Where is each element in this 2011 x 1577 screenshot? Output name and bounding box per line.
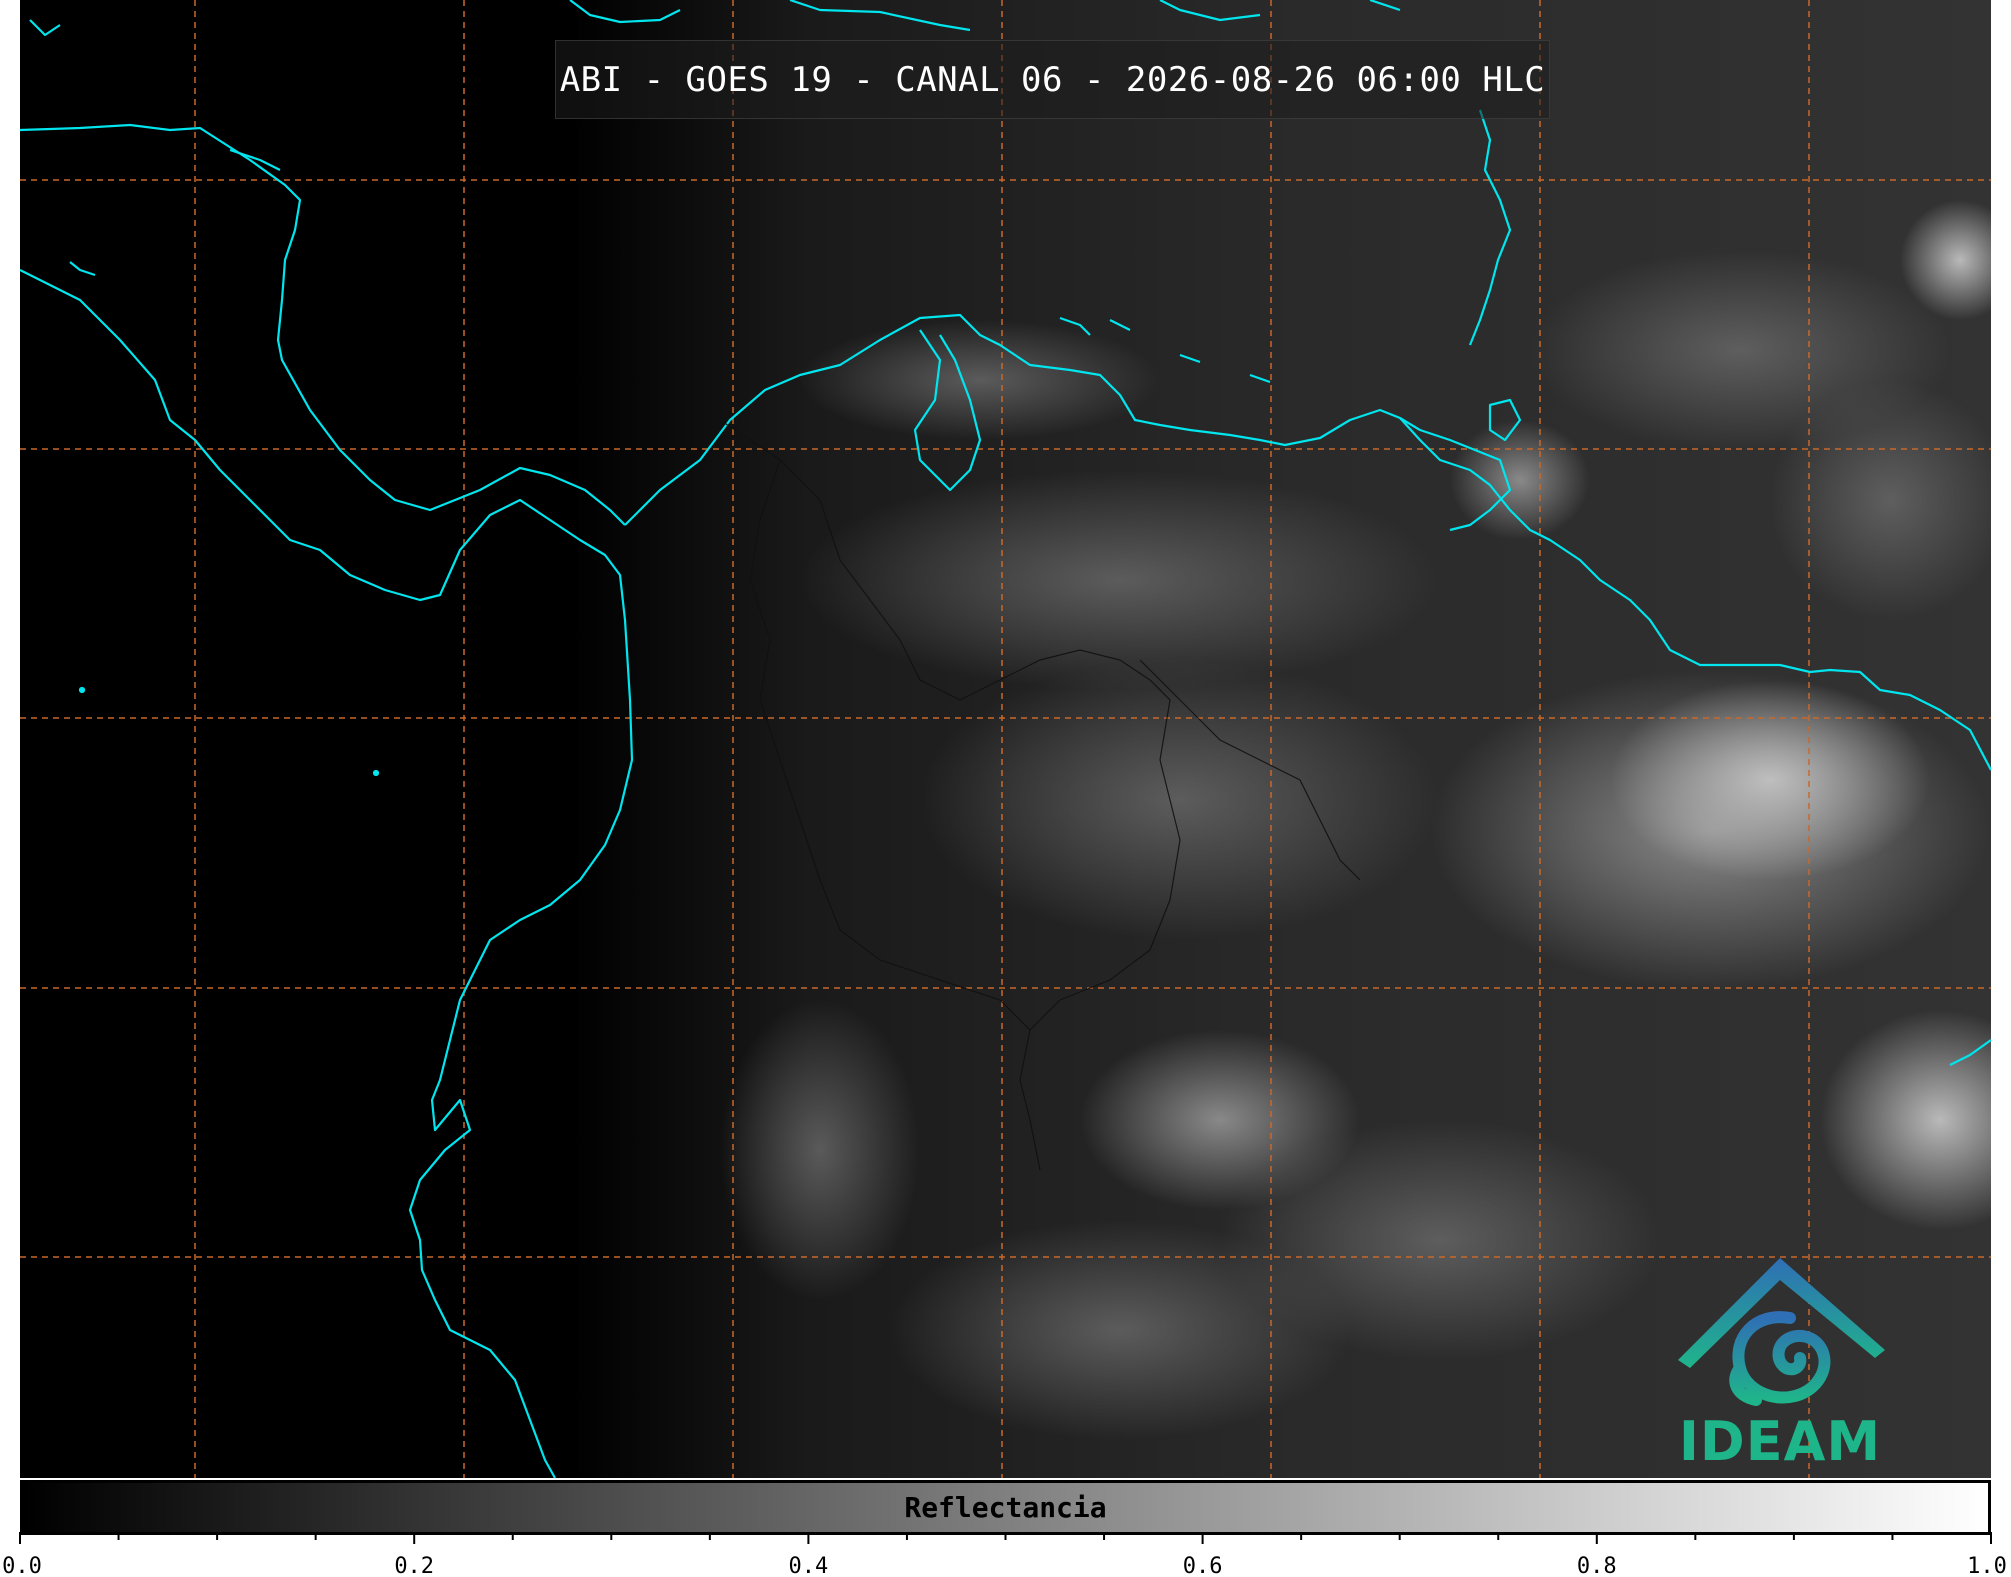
ideam-logo-icon — [1678, 1258, 1885, 1406]
colorbar-tick-label: 0.2 — [394, 1554, 435, 1577]
colorbar-tick-label: 0.0 — [2, 1554, 42, 1577]
colorbar-tick-label: 0.4 — [788, 1554, 829, 1577]
map-title-box: ABI - GOES 19 - CANAL 06 - 2026-08-26 06… — [555, 40, 1550, 119]
colorbar-tick-label: 0.6 — [1182, 1554, 1223, 1577]
satellite-map-page: ABI - GOES 19 - CANAL 06 - 2026-08-26 06… — [0, 0, 2011, 1577]
ideam-logo: IDEAM — [1660, 1250, 1900, 1475]
map-panel: ABI - GOES 19 - CANAL 06 - 2026-08-26 06… — [20, 0, 1991, 1478]
logo-text: IDEAM — [1678, 1410, 1882, 1473]
colorbar-label: Reflectancia — [904, 1491, 1107, 1524]
colorbar: Reflectancia — [20, 1480, 1991, 1535]
colorbar-tick-label: 0.8 — [1576, 1554, 1617, 1577]
map-title: ABI - GOES 19 - CANAL 06 - 2026-08-26 06… — [559, 59, 1546, 100]
colorbar-tick-label: 1.0 — [1967, 1554, 2007, 1577]
colorbar-ticks — [19, 1532, 1992, 1544]
